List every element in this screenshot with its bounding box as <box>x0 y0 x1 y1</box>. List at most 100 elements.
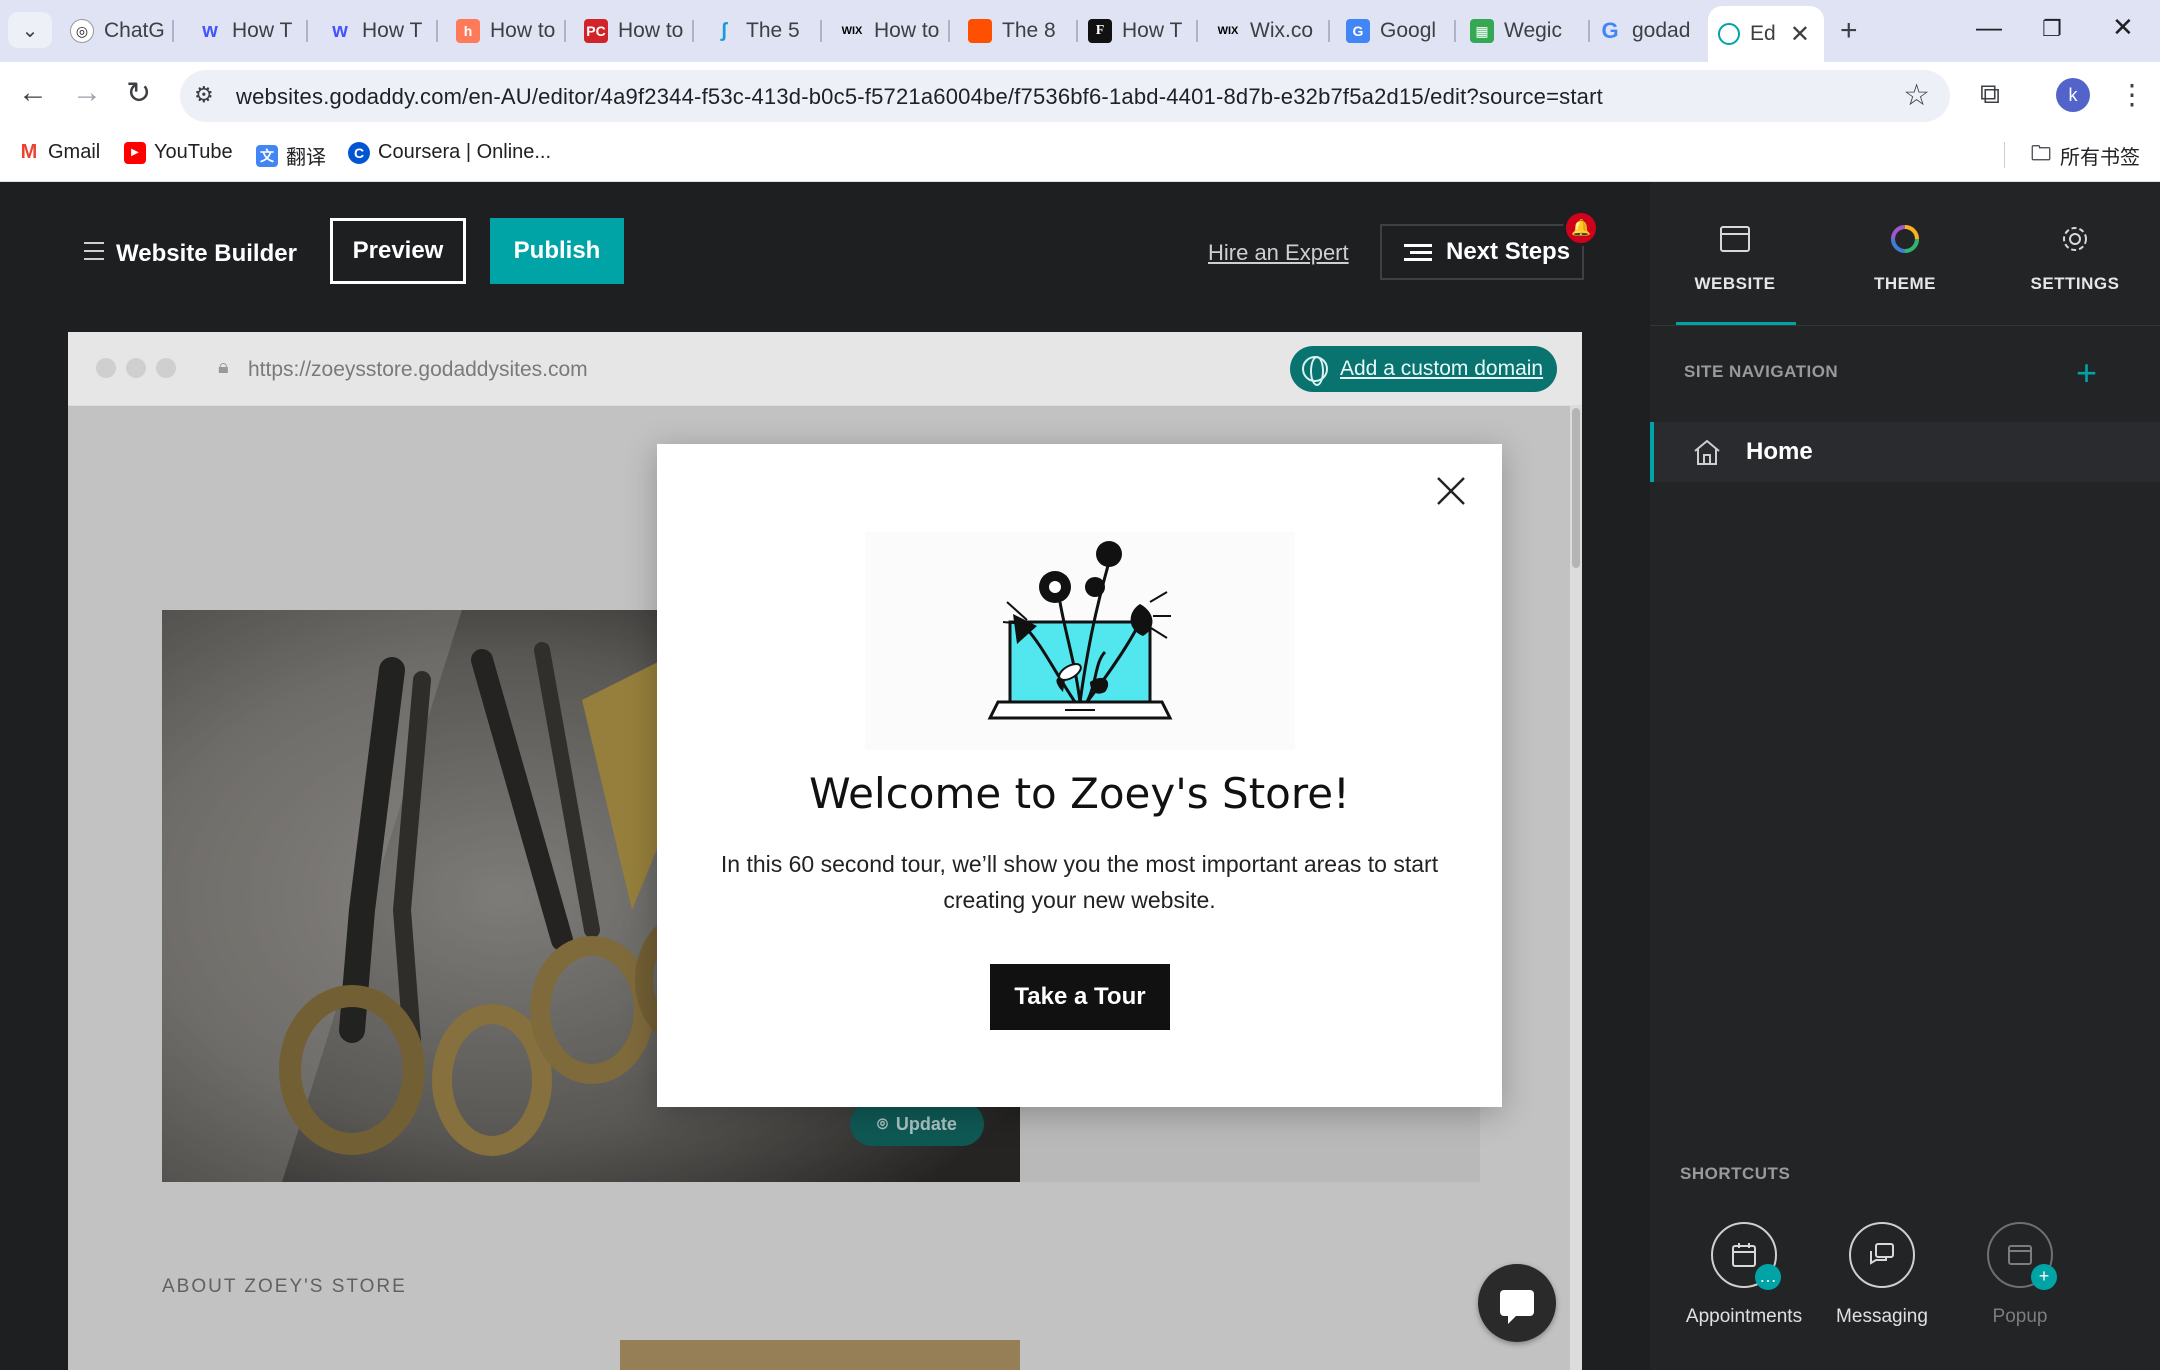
editor-header: Website Builder Preview Publish Hire an … <box>0 182 1650 332</box>
browser-tab[interactable]: WIX How to <box>830 10 950 52</box>
canvas-scrollbar[interactable] <box>1570 406 1582 1370</box>
browser-tab[interactable]: PC How to <box>574 10 694 52</box>
gmail-icon: M <box>20 141 38 163</box>
publish-button[interactable]: Publish <box>490 218 624 284</box>
hire-expert-link[interactable]: Hire an Expert <box>1208 240 1349 266</box>
extensions-icon[interactable]: ⧉ <box>1980 78 2000 111</box>
browser-tab[interactable]: The 8 <box>958 10 1078 52</box>
bookmark-label: Gmail <box>48 141 101 163</box>
browser-tab[interactable]: WIX Wix.co <box>1206 10 1330 52</box>
address-url[interactable]: websites.godaddy.com/en-AU/editor/4a9f23… <box>236 84 1603 110</box>
minimize-icon[interactable]: — <box>1976 12 2002 43</box>
shortcuts-label: SHORTCUTS <box>1680 1164 1791 1183</box>
menu-icon[interactable] <box>84 242 104 266</box>
back-icon[interactable]: ← <box>18 76 48 110</box>
reload-icon[interactable]: ↻ <box>126 76 151 111</box>
bookmark-label: 所有书签 <box>2060 147 2140 169</box>
forbes-icon: F <box>1088 19 1112 43</box>
shortcut-appointments[interactable]: … Appointments <box>1674 1222 1814 1328</box>
notification-bell-icon[interactable]: 🔔 <box>1563 210 1599 246</box>
tab-label: SETTINGS <box>2030 274 2120 293</box>
site-info-icon[interactable]: ⚙ <box>194 82 214 108</box>
more-menu-icon[interactable]: ⋮ <box>2118 78 2146 111</box>
browser-tab[interactable]: h How to <box>446 10 566 52</box>
shortcut-label: Appointments <box>1685 1306 1803 1327</box>
welcome-modal: Welcome to Zoey's Store! In this 60 seco… <box>657 444 1502 1107</box>
website-builder-title[interactable]: Website Builder <box>116 240 297 268</box>
bookmark-star-icon[interactable]: ☆ <box>1903 78 1930 113</box>
translate-icon: 文 <box>256 144 278 167</box>
shortcut-popup[interactable]: + Popup <box>1950 1222 2090 1328</box>
godaddy-icon <box>1718 23 1740 45</box>
next-steps-button[interactable]: Next Steps <box>1380 224 1584 280</box>
next-steps-label: Next Steps <box>1446 238 1571 265</box>
browser-tab[interactable]: ▦ Wegic <box>1460 10 1590 52</box>
close-window-icon[interactable]: ✕ <box>2112 12 2134 43</box>
chat-button[interactable] <box>1478 1264 1556 1342</box>
tab-title: How T <box>1122 19 1183 42</box>
close-icon[interactable] <box>1434 474 1468 508</box>
bookmark-translate[interactable]: 文 翻译 <box>256 141 326 170</box>
close-tab-icon[interactable]: ✕ <box>1790 20 1810 49</box>
take-a-tour-button[interactable]: Take a Tour <box>990 964 1170 1030</box>
all-bookmarks-button[interactable]: 🗀 所有书签 <box>2030 141 2140 170</box>
tab-title: The 8 <box>1002 19 1056 42</box>
globe-icon <box>1302 356 1328 386</box>
tab-title: How to <box>490 19 556 42</box>
bookmark-label: 翻译 <box>286 147 326 169</box>
wix-icon: WIX <box>841 25 863 37</box>
tab-title: How T <box>362 19 423 42</box>
tab-search-button[interactable]: ⌄ <box>8 12 52 48</box>
site-navigation-label: SITE NAVIGATION <box>1684 362 1839 381</box>
bookmark-label: YouTube <box>154 141 233 163</box>
add-page-icon[interactable]: + <box>2076 352 2097 394</box>
tab-title: Wix.co <box>1250 19 1313 42</box>
browser-tab[interactable]: G godad <box>1588 10 1708 52</box>
browser-tab[interactable]: w How T <box>188 10 308 52</box>
browser-tab[interactable]: w How T <box>318 10 438 52</box>
bookmark-youtube[interactable]: ▶ YouTube <box>124 141 233 164</box>
shortcut-label: Popup <box>1992 1306 2048 1327</box>
window-dot <box>96 358 116 378</box>
forward-icon[interactable]: → <box>72 76 102 110</box>
webflow-icon: w <box>332 19 348 42</box>
bookmarks-bar: M Gmail ▶ YouTube 文 翻译 C Coursera | Onli… <box>0 128 2160 182</box>
tab-theme[interactable]: THEME <box>1820 222 1990 294</box>
address-bar[interactable]: ⚙ websites.godaddy.com/en-AU/editor/4a9f… <box>180 70 1950 122</box>
webflow-icon: w <box>202 19 218 42</box>
preview-button[interactable]: Preview <box>330 218 466 284</box>
add-custom-domain-button[interactable]: Add a custom domain <box>1290 346 1558 392</box>
tab-title: How T <box>232 19 293 42</box>
wegic-icon: ▦ <box>1470 19 1494 43</box>
nav-item-home[interactable]: Home <box>1650 422 2160 482</box>
tab-label: THEME <box>1874 274 1936 293</box>
tab-settings[interactable]: SETTINGS <box>1990 222 2160 294</box>
bookmark-gmail[interactable]: M Gmail <box>18 141 101 164</box>
bookmark-coursera[interactable]: C Coursera | Online... <box>348 141 551 164</box>
tab-website[interactable]: WEBSITE <box>1650 222 1820 294</box>
nav-item-label: Home <box>1746 438 1813 465</box>
window-dot <box>156 358 176 378</box>
coursera-icon: C <box>348 141 370 164</box>
tab-title: godad <box>1632 19 1691 42</box>
new-tab-button[interactable]: + <box>1840 14 1858 48</box>
window-dot <box>126 358 146 378</box>
browser-tab-active[interactable]: Ed ✕ <box>1708 6 1824 62</box>
browser-tab[interactable]: ʃ The 5 <box>702 10 822 52</box>
tab-label: WEBSITE <box>1694 274 1776 293</box>
chatgpt-icon: ◎ <box>70 19 94 43</box>
profile-avatar[interactable]: k <box>2056 78 2090 112</box>
tab-title: Ed <box>1750 22 1776 45</box>
browser-tab-strip: ⌄ ◎ ChatG w How T w How T h How to PC Ho… <box>0 0 2160 62</box>
pcmag-icon: PC <box>584 19 608 43</box>
restore-icon[interactable]: ❐ <box>2042 16 2062 42</box>
shortcut-messaging[interactable]: Messaging <box>1812 1222 1952 1328</box>
folder-icon: 🗀 <box>2031 142 2051 165</box>
more-badge-icon: … <box>1755 1264 1781 1290</box>
browser-tab[interactable]: ◎ ChatG <box>60 10 174 52</box>
calendar-icon <box>1732 1243 1756 1267</box>
browser-tab[interactable]: F How T <box>1078 10 1198 52</box>
browser-tab[interactable]: G Googl <box>1336 10 1456 52</box>
tab-title: Googl <box>1380 19 1437 42</box>
wix-icon: WIX <box>1217 25 1239 37</box>
